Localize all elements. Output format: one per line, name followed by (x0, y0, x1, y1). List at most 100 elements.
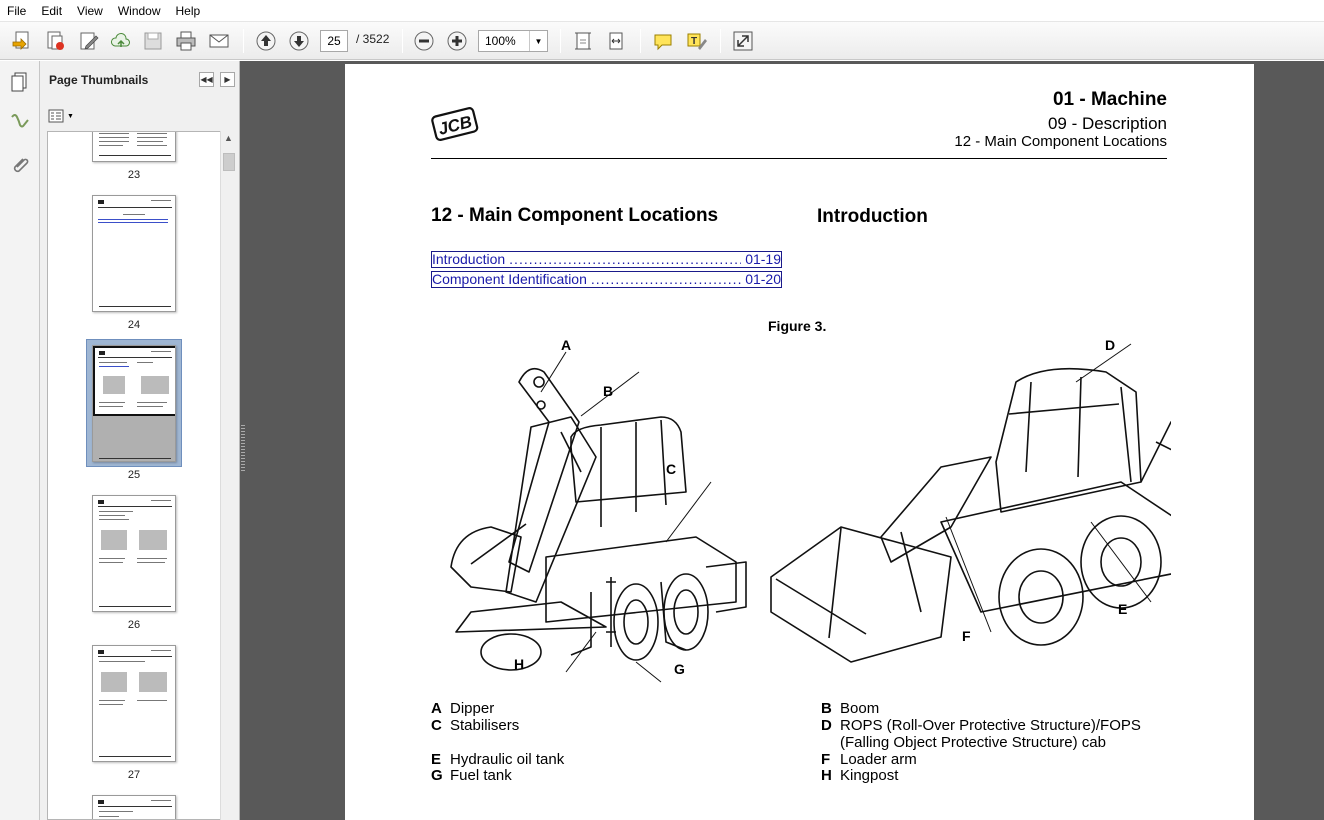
thumbnails-header: Page Thumbnails ◀◀ ▶ (40, 61, 240, 99)
previous-page-icon[interactable] (253, 28, 279, 54)
panel-resize-handle[interactable] (241, 425, 245, 471)
next-page-icon[interactable] (286, 28, 312, 54)
scroll-up-icon[interactable]: ▲ (224, 133, 233, 143)
toolbar-separator (560, 29, 561, 53)
legend-item: B Boom (821, 700, 879, 717)
legend-item: D ROPS (Roll-Over Protective Structure)/… (821, 717, 1141, 734)
loader-bucket (770, 526, 952, 663)
menu-edit[interactable]: Edit (34, 0, 70, 22)
toc-link-component-identification[interactable]: Component Identification ...............… (431, 271, 782, 288)
legend-key: H (821, 767, 832, 784)
legend-item: A Dipper (431, 700, 494, 717)
menu-help[interactable]: Help (169, 0, 209, 22)
callout-a: A (561, 337, 572, 353)
legend-item: G Fuel tank (431, 767, 512, 784)
legend-key: B (821, 700, 832, 717)
save-icon[interactable] (140, 28, 166, 54)
page-thumbnail-23[interactable] (92, 132, 176, 162)
header-section: 09 - Description (1047, 114, 1167, 133)
zoom-in-icon[interactable] (444, 28, 470, 54)
legend-key: F (821, 751, 831, 768)
page-number-input[interactable]: 25 (320, 30, 348, 52)
thumbnail-page-number: 27 (127, 769, 141, 781)
page-total: / 3522 (356, 32, 390, 46)
navigation-pane (0, 61, 40, 820)
page-thumbnail-25[interactable] (92, 345, 176, 462)
legend-item: E Hydraulic oil tank (431, 751, 564, 768)
fit-page-icon[interactable] (570, 28, 596, 54)
toolbar-separator (720, 29, 721, 53)
menu-window[interactable]: Window (111, 0, 169, 22)
zoom-select[interactable]: 100% ▼ (478, 30, 548, 52)
toolbar-separator (402, 29, 403, 53)
page-thumbnail-24[interactable] (92, 195, 176, 312)
callout-h: H (514, 656, 525, 672)
fit-width-icon[interactable] (603, 28, 629, 54)
callout-e: E (1118, 601, 1128, 617)
menu-bar: File Edit View Window Help (0, 0, 1324, 22)
toc-page: 01-20 (745, 271, 781, 287)
legend-item: F Loader arm (821, 751, 917, 768)
legend-text: ROPS (Roll-Over Protective Structure)/FO… (840, 717, 1141, 734)
expand-icon[interactable] (730, 28, 756, 54)
upload-cloud-icon[interactable] (108, 28, 134, 54)
zoom-out-icon[interactable] (411, 28, 437, 54)
create-pdf-icon[interactable] (9, 28, 35, 54)
legend-text: (Falling Object Protective Structure) ca… (840, 734, 1106, 751)
toc-link-introduction[interactable]: Introduction ...........................… (431, 251, 782, 268)
callout-d: D (1105, 337, 1116, 353)
legend-text: Boom (840, 700, 880, 717)
chevron-down-icon[interactable]: ▼ (529, 31, 547, 51)
email-icon[interactable] (206, 28, 232, 54)
page-thumbnail-27[interactable] (92, 645, 176, 762)
collapse-panel-button[interactable]: ◀◀ (199, 72, 214, 87)
boom (505, 416, 597, 603)
legend-key: D (821, 717, 832, 734)
legend-text: Loader arm (840, 751, 917, 768)
legend-text: Stabilisers (450, 717, 520, 734)
thumbnail-page-number: 24 (127, 319, 141, 331)
page-thumbnails-icon[interactable] (7, 69, 33, 95)
toc-label: Introduction (432, 251, 506, 267)
toc-leader: ........................................… (509, 252, 741, 267)
scrollbar-thumb[interactable] (223, 153, 235, 171)
print-icon[interactable] (173, 28, 199, 54)
header-rule (431, 158, 1167, 159)
toolbar-separator (640, 29, 641, 53)
thumbnail-page-number: 26 (127, 619, 141, 631)
legend-key (821, 734, 840, 751)
comment-icon[interactable] (650, 28, 676, 54)
callout-c: C (666, 461, 677, 477)
thumbnails-panel: Page Thumbnails ◀◀ ▶ ▼ 23 24 25 26 27 ▲ (40, 61, 240, 820)
highlight-icon[interactable]: T (683, 28, 709, 54)
page-thumbnail-26[interactable] (92, 495, 176, 612)
svg-text:T: T (691, 36, 697, 47)
cab (995, 367, 1142, 513)
header-subsection: 12 - Main Component Locations (954, 133, 1167, 150)
callout-f: F (962, 628, 971, 644)
attachments-icon[interactable] (7, 153, 33, 179)
thumbnails-title: Page Thumbnails (49, 73, 149, 87)
legend-key: E (431, 751, 442, 768)
legend-text: Dipper (450, 700, 495, 717)
page-thumbnail-28[interactable] (92, 795, 176, 819)
menu-file[interactable]: File (0, 0, 34, 22)
thumbnail-scrollbar[interactable]: ▲ (220, 131, 237, 820)
edit-icon[interactable] (76, 28, 102, 54)
legend-key: C (431, 717, 442, 734)
jcb-logo: JCB (431, 107, 479, 142)
legend-text: Hydraulic oil tank (450, 751, 565, 768)
combine-files-icon[interactable] (42, 28, 68, 54)
legend-item: (Falling Object Protective Structure) ca… (821, 734, 1106, 751)
thumbnail-options-button[interactable]: ▼ (48, 107, 76, 125)
toc-label: Component Identification (432, 271, 587, 287)
chevron-down-icon: ▼ (67, 112, 74, 120)
legend-text: Fuel tank (450, 767, 512, 784)
zoom-value: 100% (485, 34, 516, 48)
signatures-icon[interactable] (7, 109, 33, 135)
intro-heading: Introduction (817, 206, 928, 227)
chevron-right-icon[interactable]: ▶ (220, 72, 235, 87)
legend-item: C Stabilisers (431, 717, 519, 734)
menu-view[interactable]: View (70, 0, 111, 22)
toc-leader: ................................ (590, 272, 742, 287)
